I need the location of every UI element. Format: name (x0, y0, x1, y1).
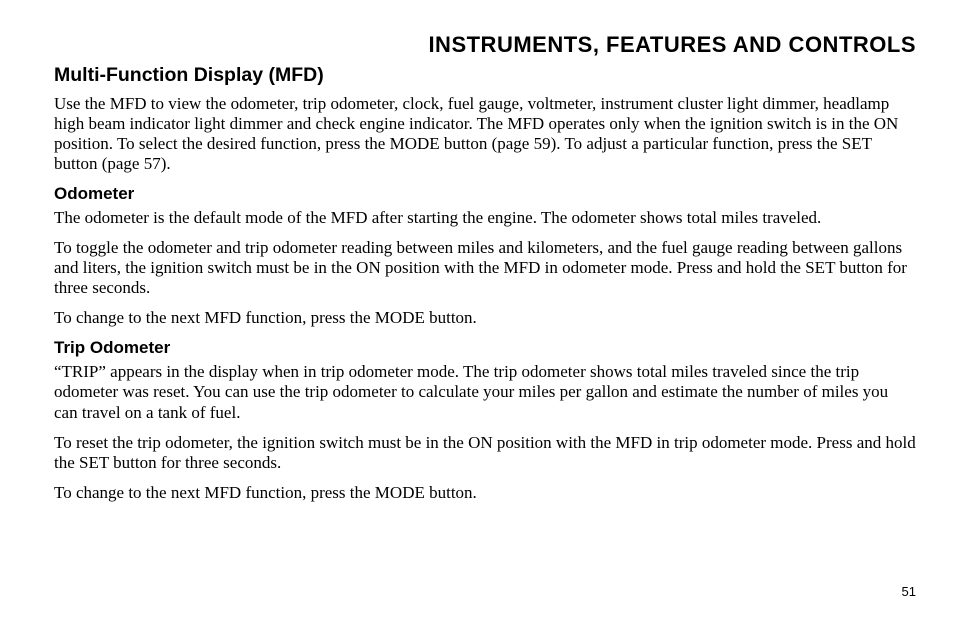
odometer-paragraph-3: To change to the next MFD function, pres… (54, 308, 916, 328)
trip-odometer-paragraph-1: “TRIP” appears in the display when in tr… (54, 362, 916, 422)
subsection-title-trip-odometer: Trip Odometer (54, 338, 916, 358)
trip-odometer-paragraph-2: To reset the trip odometer, the ignition… (54, 433, 916, 473)
odometer-paragraph-2: To toggle the odometer and trip odometer… (54, 238, 916, 298)
subsection-title-odometer: Odometer (54, 184, 916, 204)
trip-odometer-paragraph-3: To change to the next MFD function, pres… (54, 483, 916, 503)
intro-paragraph: Use the MFD to view the odometer, trip o… (54, 94, 916, 174)
page-number: 51 (902, 584, 916, 599)
section-title: Multi-Function Display (MFD) (54, 64, 916, 87)
odometer-paragraph-1: The odometer is the default mode of the … (54, 208, 916, 228)
page-header: INSTRUMENTS, FEATURES AND CONTROLS (54, 32, 916, 58)
